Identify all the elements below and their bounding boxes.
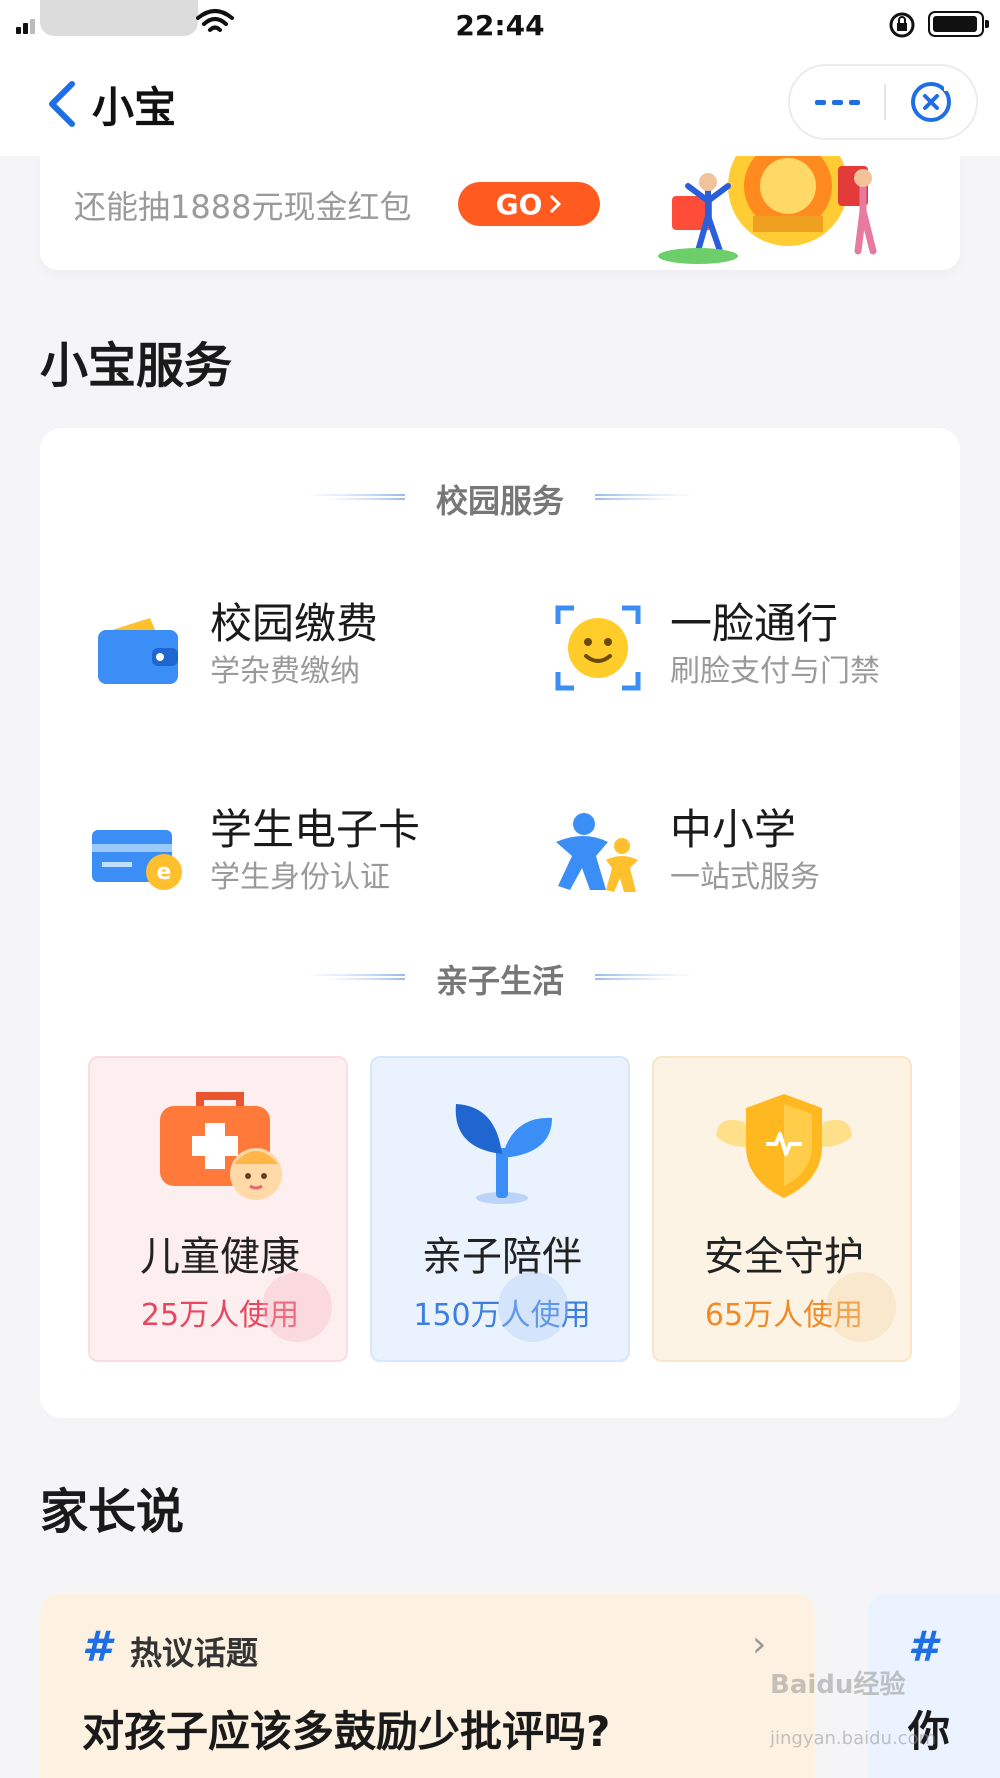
lottery-illustration xyxy=(658,156,877,264)
family-tile-companionship[interactable]: 亲子陪伴 150万人使用 xyxy=(370,1056,630,1362)
bubble-watermark-icon xyxy=(498,1272,568,1342)
services-card: 校园服务 校园缴费 学杂费缴纳 一脸通行 刷脸支付与门禁 e 学生电子卡 学生身… xyxy=(40,428,960,1418)
service-name: 中小学 xyxy=(670,805,797,854)
flame-watermark-icon xyxy=(262,1272,332,1342)
topic-question: 对孩子应该多鼓励少批评吗? xyxy=(82,1707,611,1756)
page-title: 小宝 xyxy=(92,83,177,132)
campus-category-label: 校园服务 xyxy=(435,482,564,520)
service-desc: 学杂费缴纳 xyxy=(210,654,360,689)
close-button[interactable] xyxy=(886,66,976,138)
battery-icon xyxy=(928,11,989,37)
family-category-label: 亲子生活 xyxy=(435,962,564,1000)
service-student-ecard[interactable]: e 学生电子卡 学生身份认证 xyxy=(90,796,510,916)
topic-card[interactable]: # 热议话题 › 对孩子应该多鼓励少批评吗? xyxy=(40,1594,815,1778)
service-name: 校园缴费 xyxy=(210,599,379,648)
baidu-watermark: Baidu经验 xyxy=(770,1670,906,1700)
nav-bar: 小宝 xyxy=(0,52,1000,156)
family-tile-child-health[interactable]: 儿童健康 25万人使用 xyxy=(88,1056,348,1362)
student-card-icon: e xyxy=(92,830,182,890)
service-desc: 学生身份认证 xyxy=(210,860,390,895)
back-icon[interactable] xyxy=(42,74,82,134)
hashtag-icon: # xyxy=(908,1622,938,1671)
services-section-title: 小宝服务 xyxy=(40,338,233,394)
promo-banner[interactable]: 还能抽1888元现金红包 GO xyxy=(40,156,960,270)
wallet-icon xyxy=(98,618,178,684)
family-category-header: 亲子生活 xyxy=(40,952,960,1002)
medical-kit-icon xyxy=(160,1092,282,1200)
service-name: 一脸通行 xyxy=(670,599,839,648)
close-icon xyxy=(911,82,952,122)
service-k12[interactable]: 中小学 一站式服务 xyxy=(550,796,970,916)
svg-text:e: e xyxy=(157,860,172,885)
campus-category-header: 校园服务 xyxy=(40,472,960,522)
thumbs-up-watermark-icon xyxy=(826,1272,896,1342)
hashtag-icon: # xyxy=(82,1622,112,1671)
divider-decoration xyxy=(595,974,695,980)
service-desc: 一站式服务 xyxy=(670,860,820,895)
more-icon xyxy=(814,99,826,105)
service-name: 学生电子卡 xyxy=(210,805,421,854)
divider-decoration xyxy=(595,494,695,500)
baidu-watermark-url: jingyan.baidu.com xyxy=(770,1728,937,1749)
chevron-right-icon: › xyxy=(752,1624,767,1665)
family-tile-safety-guard[interactable]: 安全守护 65万人使用 xyxy=(652,1056,912,1362)
chevron-right-icon xyxy=(550,194,562,214)
banner-subtitle: 还能抽1888元现金红包 xyxy=(74,188,412,226)
orientation-lock-icon xyxy=(889,12,915,38)
go-button[interactable]: GO xyxy=(458,182,600,226)
mini-program-capsule xyxy=(788,64,978,140)
more-button[interactable] xyxy=(790,66,884,138)
parents-section-title: 家长说 xyxy=(40,1484,185,1540)
shield-icon xyxy=(716,1094,852,1198)
kids-icon xyxy=(556,813,638,892)
service-campus-fee[interactable]: 校园缴费 学杂费缴纳 xyxy=(90,590,510,710)
status-bar: 22:44 xyxy=(0,0,1000,52)
service-desc: 刷脸支付与门禁 xyxy=(670,654,880,689)
sprout-icon xyxy=(455,1104,552,1204)
status-time: 22:44 xyxy=(455,9,545,42)
topic-tag: 热议话题 xyxy=(130,1634,259,1672)
service-face-pass[interactable]: 一脸通行 刷脸支付与门禁 xyxy=(550,590,970,710)
face-scan-icon xyxy=(555,605,641,691)
family-tile-name: 亲子陪伴 xyxy=(422,1234,582,1280)
go-label: GO xyxy=(495,187,543,221)
